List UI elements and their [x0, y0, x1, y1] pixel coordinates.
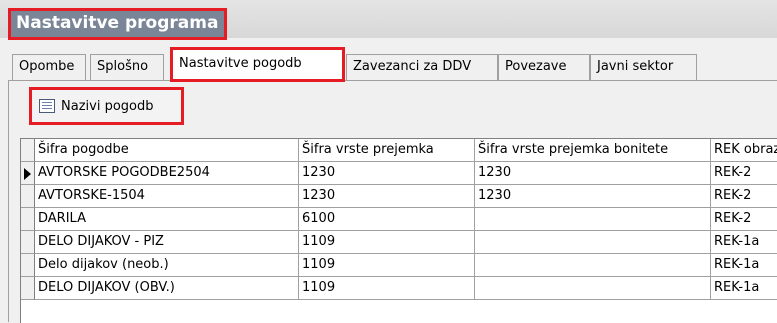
- cell-rek-obrazec[interactable]: REK-1a: [711, 254, 777, 277]
- table-row[interactable]: DELO DIJAKOV - PIZ 1109 REK-1a: [21, 231, 777, 254]
- row-indicator[interactable]: [21, 254, 35, 277]
- cell-sifra-vrste-prejemka-bonitete[interactable]: [475, 254, 711, 277]
- row-indicator-header: [21, 139, 35, 162]
- row-indicator[interactable]: [21, 208, 35, 231]
- row-indicator[interactable]: [21, 162, 35, 185]
- cell-sifra-vrste-prejemka-bonitete[interactable]: 1230: [475, 162, 711, 185]
- window-title: Nastavitve programa: [8, 8, 228, 40]
- cell-sifra-pogodbe[interactable]: DELO DIJAKOV (OBV.): [35, 277, 299, 300]
- column-header-rek-obrazec[interactable]: REK obraz: [711, 139, 777, 162]
- cell-sifra-pogodbe[interactable]: Delo dijakov (neob.): [35, 254, 299, 277]
- column-header-sifra-vrste-prejemka-bonitete[interactable]: Šifra vrste prejemka bonitete: [475, 139, 711, 162]
- row-indicator[interactable]: [21, 231, 35, 254]
- title-bar: Nastavitve programa: [0, 0, 777, 40]
- cell-sifra-pogodbe[interactable]: AVTORSKE-1504: [35, 185, 299, 208]
- column-header-sifra-vrste-prejemka[interactable]: Šifra vrste prejemka: [299, 139, 475, 162]
- cell-sifra-pogodbe[interactable]: DELO DIJAKOV - PIZ: [35, 231, 299, 254]
- table-row[interactable]: DARILA 6100 REK-2: [21, 208, 777, 231]
- cell-rek-obrazec[interactable]: REK-2: [711, 208, 777, 231]
- cell-sifra-vrste-prejemka[interactable]: 6100: [299, 208, 475, 231]
- table-row[interactable]: Delo dijakov (neob.) 1109 REK-1a: [21, 254, 777, 277]
- row-indicator[interactable]: [21, 185, 35, 208]
- list-icon: [39, 99, 55, 113]
- tab-splosno[interactable]: Splošno: [90, 54, 164, 80]
- tab-zavezanci-za-ddv[interactable]: Zavezanci za DDV: [346, 54, 498, 80]
- cell-sifra-vrste-prejemka[interactable]: 1109: [299, 277, 475, 300]
- column-header-sifra-pogodbe[interactable]: Šifra pogodbe: [35, 139, 299, 162]
- cell-rek-obrazec[interactable]: REK-2: [711, 162, 777, 185]
- cell-sifra-pogodbe[interactable]: AVTORSKE POGODBE2504: [35, 162, 299, 185]
- cell-sifra-vrste-prejemka[interactable]: 1109: [299, 231, 475, 254]
- table-row[interactable]: AVTORSKE-1504 1230 1230 REK-2: [21, 185, 777, 208]
- tab-opombe[interactable]: Opombe: [12, 54, 86, 80]
- cell-sifra-vrste-prejemka[interactable]: 1230: [299, 185, 475, 208]
- nazivi-pogodb-label: Nazivi pogodb: [61, 98, 154, 114]
- cell-rek-obrazec[interactable]: REK-1a: [711, 277, 777, 300]
- cell-sifra-vrste-prejemka[interactable]: 1230: [299, 162, 475, 185]
- tab-nastavitve-pogodb[interactable]: Nastavitve pogodb: [170, 47, 345, 82]
- cell-sifra-pogodbe[interactable]: DARILA: [35, 208, 299, 231]
- tab-povezave[interactable]: Povezave: [498, 54, 590, 80]
- table-row[interactable]: AVTORSKE POGODBE2504 1230 1230 REK-2: [21, 162, 777, 185]
- contracts-grid[interactable]: Šifra pogodbe Šifra vrste prejemka Šifra…: [20, 138, 777, 323]
- cell-sifra-vrste-prejemka-bonitete[interactable]: [475, 277, 711, 300]
- cell-sifra-vrste-prejemka-bonitete[interactable]: 1230: [475, 185, 711, 208]
- cell-sifra-vrste-prejemka-bonitete[interactable]: [475, 208, 711, 231]
- cell-rek-obrazec[interactable]: REK-2: [711, 185, 777, 208]
- row-indicator[interactable]: [21, 277, 35, 300]
- cell-rek-obrazec[interactable]: REK-1a: [711, 231, 777, 254]
- cell-sifra-vrste-prejemka[interactable]: 1109: [299, 254, 475, 277]
- table-row[interactable]: DELO DIJAKOV (OBV.) 1109 REK-1a: [21, 277, 777, 300]
- cell-sifra-vrste-prejemka-bonitete[interactable]: [475, 231, 711, 254]
- nazivi-pogodb-button[interactable]: Nazivi pogodb: [29, 87, 184, 125]
- tab-javni-sektor[interactable]: Javni sektor: [590, 54, 697, 80]
- current-row-arrow-icon: [24, 168, 31, 180]
- grid-header-row: Šifra pogodbe Šifra vrste prejemka Šifra…: [21, 139, 777, 162]
